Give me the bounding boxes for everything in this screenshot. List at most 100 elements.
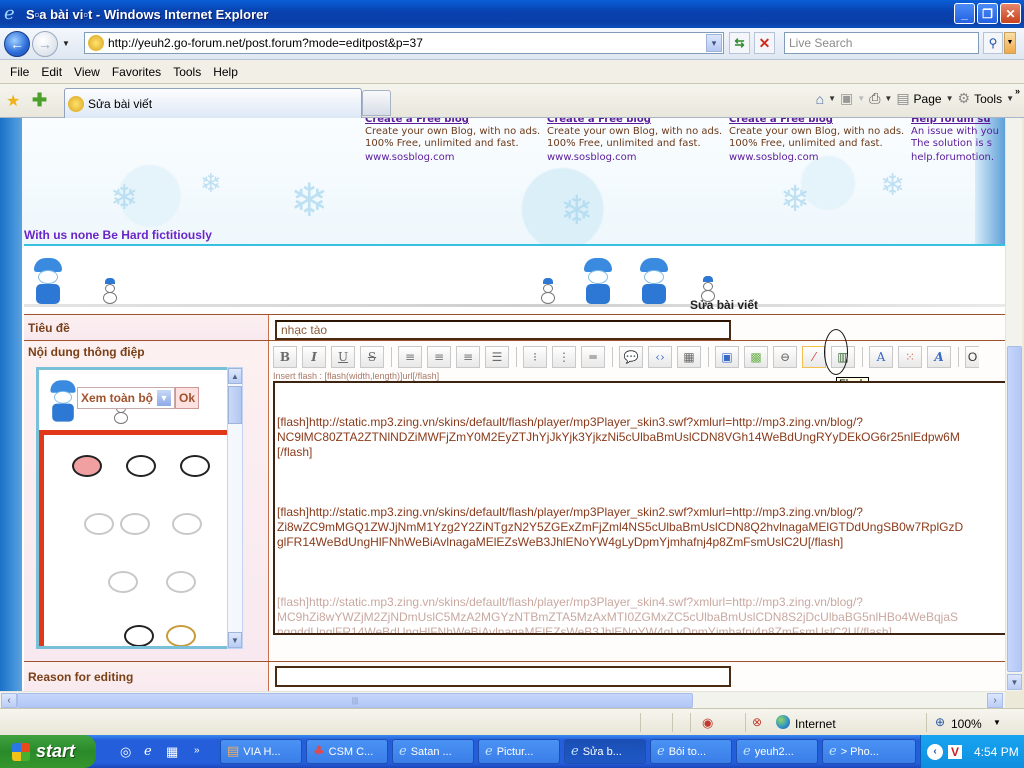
smiley-scroll-thumb[interactable] [228, 386, 242, 424]
feeds-icon[interactable]: ▣ [840, 90, 853, 107]
scroll-up-icon[interactable]: ▲ [228, 368, 242, 384]
taskbar-item-active[interactable]: e Sửa b... [564, 739, 646, 764]
smiley-view-select[interactable]: Xem toàn bộ ▼ [77, 387, 176, 409]
zoom-dropdown[interactable]: ▼ [993, 718, 1001, 727]
smiley-icon[interactable] [172, 513, 202, 535]
taskbar-item[interactable]: e Pictur... [478, 739, 560, 764]
menu-file[interactable]: File [4, 65, 35, 79]
message-textarea[interactable]: [flash]http://static.mp3.zing.vn/skins/d… [273, 381, 1005, 635]
bullet-list-icon[interactable]: ⁝ [523, 346, 547, 368]
address-url[interactable]: http://yeuh2.go-forum.net/post.forum?mod… [108, 36, 423, 50]
smiley-icon[interactable] [180, 455, 210, 477]
underline-button[interactable]: U [331, 346, 355, 368]
code-icon[interactable]: ‹› [648, 346, 672, 368]
menu-view[interactable]: View [68, 65, 106, 79]
ad-title[interactable]: Create a Free blog [365, 118, 545, 126]
horizontal-rule-icon[interactable]: ═ [581, 346, 605, 368]
color-picker-icon[interactable]: ⁙ [898, 346, 922, 368]
more-commands-chevron-icon[interactable]: » [1015, 86, 1020, 96]
restore-button[interactable]: ❐ [977, 3, 998, 24]
align-right-icon[interactable]: ≡ [456, 346, 480, 368]
ad-title[interactable]: Create a Free blog [729, 118, 909, 126]
subject-input[interactable]: nhạc tào [275, 320, 731, 340]
scroll-right-icon[interactable]: › [987, 693, 1003, 708]
add-favorite-icon[interactable]: ✚ [32, 90, 47, 111]
horizontal-scroll-thumb[interactable]: ||| [17, 693, 693, 708]
address-bar[interactable]: http://yeuh2.go-forum.net/post.forum?mod… [84, 32, 724, 54]
flash-button[interactable]: ⁄ [802, 346, 826, 368]
chevron-down-icon[interactable]: ▼ [157, 390, 172, 406]
reason-input[interactable] [275, 666, 731, 687]
quicklaunch-icon[interactable]: ▦ [166, 744, 178, 760]
quicklaunch-more-icon[interactable]: » [194, 745, 200, 756]
back-button[interactable]: ← [4, 31, 30, 57]
taskbar-item[interactable]: ♣ CSM C... [306, 739, 388, 764]
security-zone[interactable]: Internet [795, 717, 836, 731]
ad-site[interactable]: www.sosblog.com [729, 152, 909, 164]
align-justify-icon[interactable]: ☰ [485, 346, 509, 368]
zoom-icon[interactable]: ⊕ [935, 715, 945, 729]
ad-block[interactable]: Help forum su An issue with you The solu… [911, 118, 1005, 164]
vertical-scrollbar[interactable]: ▼ [1005, 118, 1022, 691]
taskbar-item[interactable]: e Bói to... [650, 739, 732, 764]
image-icon[interactable]: ▣ [715, 346, 739, 368]
refresh-button[interactable]: ⇆ [729, 32, 750, 54]
favorites-star-icon[interactable]: ★ [6, 91, 20, 111]
menu-favorites[interactable]: Favorites [106, 65, 167, 79]
recent-pages-dropdown[interactable]: ▼ [62, 39, 70, 48]
start-button[interactable]: start [0, 735, 96, 768]
link-icon[interactable]: ⊖ [773, 346, 797, 368]
smiley-icon[interactable] [124, 625, 154, 646]
tools-menu-button[interactable]: Tools [974, 92, 1002, 106]
ad-block[interactable]: Create a Free blog Create your own Blog,… [547, 118, 727, 164]
page-dropdown[interactable]: ▼ [946, 94, 954, 103]
ad-title[interactable]: Help forum su [911, 118, 1005, 126]
bold-button[interactable]: B [273, 346, 297, 368]
taskbar-item[interactable]: e Satan ... [392, 739, 474, 764]
live-search-input[interactable]: Live Search [784, 32, 979, 54]
menu-help[interactable]: Help [207, 65, 244, 79]
taskbar-item[interactable]: e > Pho... [822, 739, 916, 764]
show-hidden-icons-button[interactable]: ‹ [927, 743, 943, 760]
smiley-icon[interactable] [84, 513, 114, 535]
quicklaunch-ie-icon[interactable]: e [144, 744, 152, 759]
new-tab-button[interactable] [362, 90, 391, 116]
image-host-icon[interactable]: ▩ [744, 346, 768, 368]
ad-site[interactable]: help.forumotion. [911, 152, 1005, 164]
table-icon[interactable]: ▦ [677, 346, 701, 368]
home-dropdown[interactable]: ▼ [828, 94, 836, 103]
font-size-icon[interactable]: A [869, 346, 893, 368]
taskbar-item[interactable]: e yeuh2... [736, 739, 818, 764]
smiley-ok-button[interactable]: Ok [175, 387, 199, 409]
search-options-dropdown[interactable]: ▼ [1004, 32, 1016, 54]
horizontal-scrollbar[interactable]: ‹ ||| › [0, 691, 1005, 708]
antivirus-tray-icon[interactable]: V [948, 744, 962, 759]
forward-button[interactable]: → [32, 31, 58, 57]
strikethrough-button[interactable]: S [360, 346, 384, 368]
align-center-icon[interactable]: ≡ [427, 346, 451, 368]
quote-icon[interactable]: 💬 [619, 346, 643, 368]
minimize-button[interactable]: _ [954, 3, 975, 24]
align-left-icon[interactable]: ≡ [398, 346, 422, 368]
ad-site[interactable]: www.sosblog.com [365, 152, 545, 164]
stop-button[interactable]: ✕ [754, 32, 775, 54]
home-icon[interactable]: ⌂ [816, 91, 824, 107]
address-dropdown[interactable]: ▾ [706, 34, 722, 52]
italic-button[interactable]: I [302, 346, 326, 368]
quicklaunch-icon[interactable]: ◎ [120, 744, 131, 760]
popup-blocked-icon[interactable]: ⊗ [752, 715, 762, 729]
menu-edit[interactable]: Edit [35, 65, 68, 79]
numbered-list-icon[interactable]: ⋮ [552, 346, 576, 368]
smiley-icon[interactable] [126, 455, 156, 477]
search-icon[interactable]: ⚲ [983, 32, 1003, 54]
print-dropdown[interactable]: ▼ [884, 94, 892, 103]
ad-site[interactable]: www.sosblog.com [547, 152, 727, 164]
smiley-icon[interactable] [166, 571, 196, 593]
feeds-dropdown[interactable]: ▼ [857, 94, 865, 103]
vertical-scroll-thumb[interactable] [1007, 346, 1022, 672]
print-icon[interactable]: ⎙ [869, 90, 880, 107]
zoom-level[interactable]: 100% [951, 717, 982, 731]
smiley-icon[interactable] [166, 625, 196, 646]
smiley-icon[interactable] [108, 571, 138, 593]
smiley-icon[interactable] [120, 513, 150, 535]
